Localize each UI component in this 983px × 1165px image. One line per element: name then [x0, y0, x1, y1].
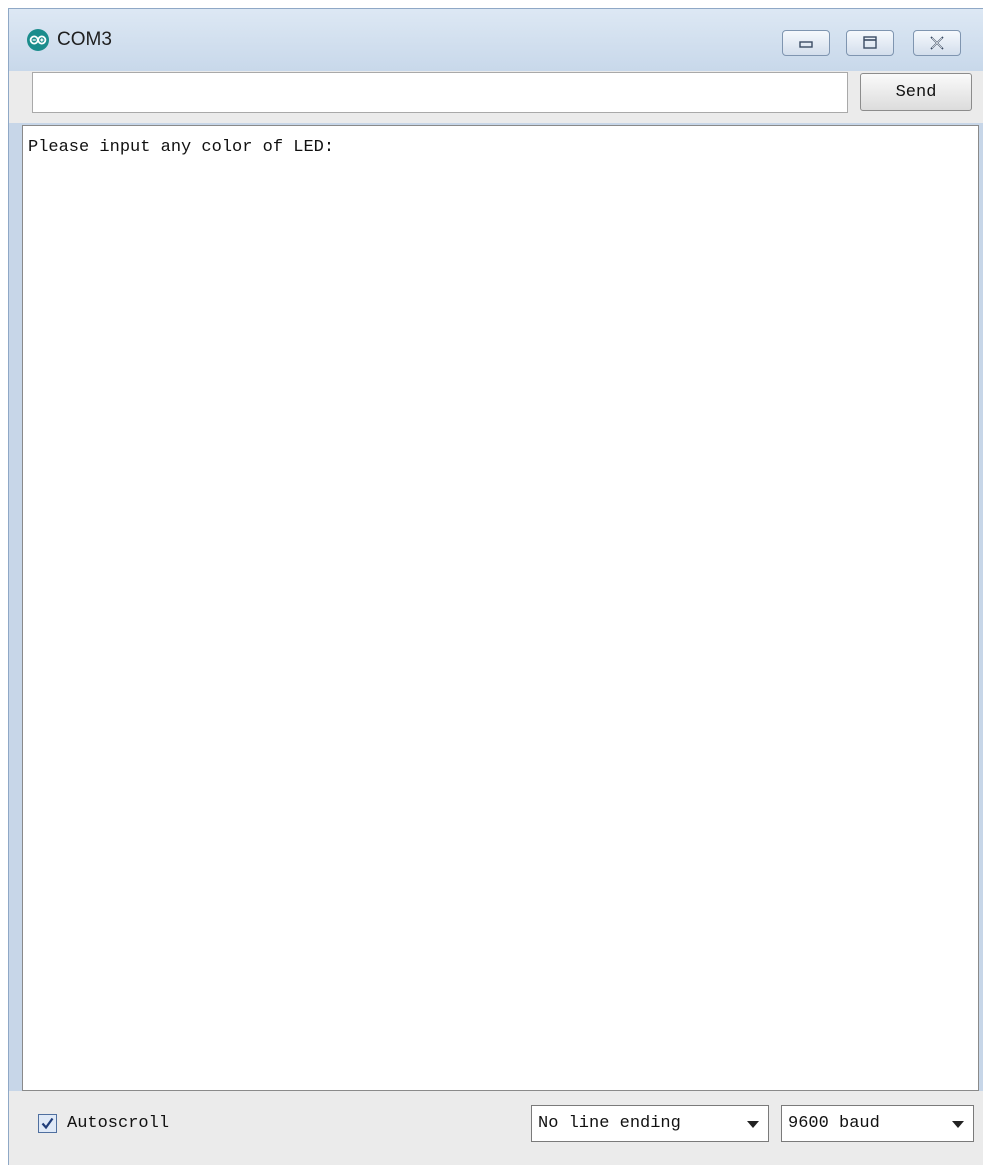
- restore-icon: [863, 36, 877, 49]
- send-button[interactable]: Send: [860, 73, 972, 111]
- close-button[interactable]: [913, 30, 961, 56]
- window-title: COM3: [57, 29, 112, 50]
- send-bar: Send: [9, 71, 983, 123]
- serial-monitor-window: COM3 Send Please input any color of LED:: [8, 8, 983, 1165]
- send-input[interactable]: [32, 72, 848, 113]
- chevron-down-icon: [747, 1121, 759, 1128]
- arduino-infinity-icon: [27, 29, 49, 51]
- minimize-button[interactable]: [782, 30, 830, 56]
- line-ending-value: No line ending: [538, 1114, 681, 1133]
- footer-bar: Autoscroll No line ending 9600 baud: [9, 1091, 983, 1165]
- autoscroll-checkbox[interactable]: [38, 1114, 57, 1133]
- line-ending-select[interactable]: No line ending: [531, 1105, 769, 1142]
- title-bar[interactable]: COM3: [9, 9, 983, 71]
- serial-output[interactable]: Please input any color of LED:: [22, 125, 979, 1091]
- autoscroll-toggle[interactable]: Autoscroll: [38, 1114, 169, 1133]
- console-line: Please input any color of LED:: [28, 138, 335, 157]
- baud-rate-select[interactable]: 9600 baud: [781, 1105, 974, 1142]
- baud-rate-value: 9600 baud: [788, 1114, 880, 1133]
- restore-button[interactable]: [846, 30, 894, 56]
- autoscroll-label: Autoscroll: [67, 1114, 170, 1133]
- chevron-down-icon: [952, 1121, 964, 1128]
- minimize-icon: [799, 41, 813, 48]
- close-icon: [930, 36, 944, 50]
- checkmark-icon: [41, 1117, 54, 1130]
